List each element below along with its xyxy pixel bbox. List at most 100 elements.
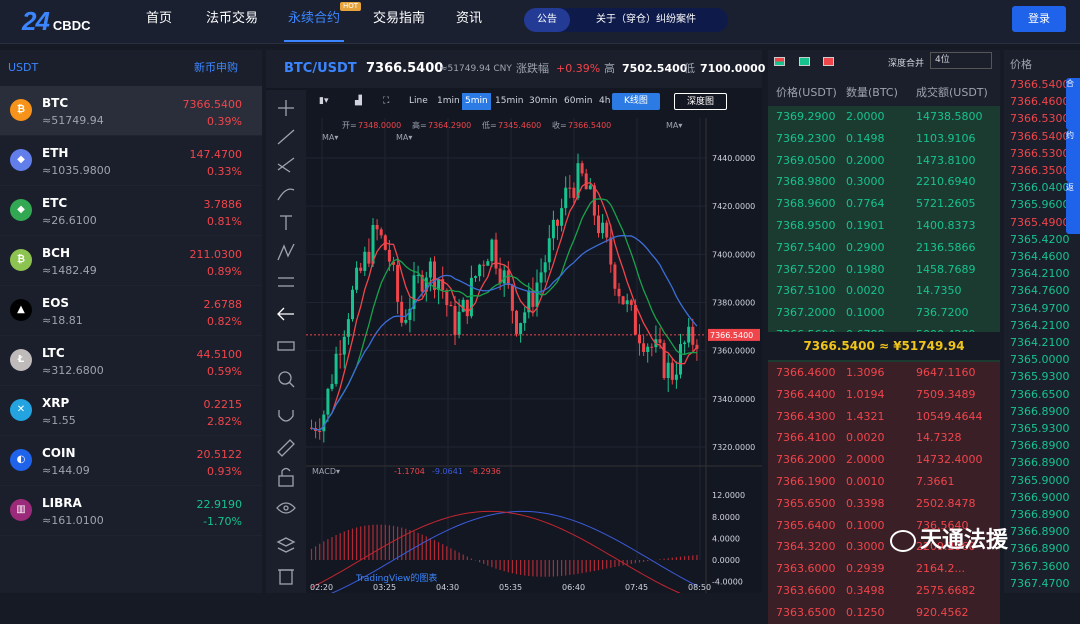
nav-fiat-trading[interactable]: 法币交易 bbox=[206, 0, 258, 42]
candle-type-icon[interactable]: ▮▾ bbox=[316, 93, 331, 110]
orderbook-row[interactable]: 7363.6000 0.2939 2164.2... bbox=[768, 558, 1000, 581]
view-both-icon[interactable] bbox=[774, 57, 785, 66]
text-icon[interactable] bbox=[280, 215, 292, 230]
logo[interactable]: 24 CBDC bbox=[22, 6, 90, 37]
candle-body bbox=[650, 346, 654, 348]
interval-30min[interactable]: 30min bbox=[526, 93, 560, 110]
candle-body bbox=[597, 215, 600, 234]
eye-icon[interactable] bbox=[276, 502, 296, 514]
measure-icon[interactable] bbox=[278, 277, 294, 287]
nav-perpetual-contract[interactable]: 永续合约 HOT bbox=[284, 0, 362, 42]
coin-row-coin[interactable]: ◐ COIN ≈144.09 20.5122 0.93% bbox=[0, 436, 262, 486]
nav-trading-guide[interactable]: 交易指南 bbox=[373, 0, 425, 42]
coin-change: 2.82% bbox=[207, 415, 242, 428]
orderbook-row[interactable]: 7363.6600 0.3498 2575.6682 bbox=[768, 580, 1000, 602]
orderbook-row[interactable]: 7365.6500 0.3398 2502.8478 bbox=[768, 492, 1000, 515]
coin-row-ltc[interactable]: Ł LTC ≈312.6800 44.5100 0.59% bbox=[0, 336, 262, 386]
ma-toggle: MA▾ bbox=[322, 133, 338, 142]
coin-row-etc[interactable]: ◆ ETC ≈26.6100 3.7886 0.81% bbox=[0, 186, 262, 236]
orderbook-row[interactable]: 7367.5200 0.1980 1458.7689 bbox=[768, 258, 1000, 281]
y-tick-label: 7440.0000 bbox=[712, 154, 755, 163]
orderbook-row[interactable]: 7367.5400 0.2900 2136.5866 bbox=[768, 236, 1000, 259]
orderbook-row[interactable]: 7366.4100 0.0020 14.7328 bbox=[768, 427, 1000, 450]
trend-line-icon[interactable] bbox=[277, 129, 295, 145]
coin-row-xrp[interactable]: ✕ XRP ≈1.55 0.2215 2.82% bbox=[0, 386, 262, 436]
magnet-icon[interactable] bbox=[278, 410, 294, 422]
candle-body bbox=[633, 304, 637, 335]
lock-icon[interactable] bbox=[278, 467, 294, 487]
candlestick-chart[interactable]: 开= 7348.0000 高= 7364.2900 低= 7345.4600 收= 7366.… bbox=[306, 118, 762, 593]
coin-row-eth[interactable]: ◆ ETH ≈1035.9800 147.4700 0.33% bbox=[0, 136, 262, 186]
coin-row-libra[interactable]: ▥ LIBRA ≈161.0100 22.9190 -1.70% bbox=[0, 486, 262, 536]
macd-value: -8.2936 bbox=[470, 467, 501, 476]
coin-price: 22.9190 bbox=[196, 498, 243, 511]
depth-merge-select[interactable]: 4位 bbox=[930, 52, 992, 69]
candle-body bbox=[621, 296, 625, 305]
libra-icon: ▥ bbox=[10, 499, 32, 521]
view-asks-icon[interactable] bbox=[823, 57, 834, 66]
coin-row-btc[interactable]: ₿ BTC ≈51749.94 7366.5400 0.39% bbox=[0, 86, 262, 136]
watermark: 天通法援 bbox=[890, 522, 1008, 554]
indicators-icon[interactable]: ▟ bbox=[352, 93, 365, 110]
macd-tick-label: 4.0000 bbox=[712, 534, 740, 543]
back-arrow-icon[interactable] bbox=[277, 307, 294, 321]
interval-line[interactable]: Line bbox=[406, 93, 431, 110]
crosshair-icon[interactable] bbox=[278, 100, 294, 116]
tab-new-coin[interactable]: 新币申购 bbox=[194, 50, 238, 86]
trades-price-title: 价格 bbox=[1010, 58, 1032, 71]
orderbook-row[interactable]: 7366.4600 1.3096 9647.1160 bbox=[768, 362, 1000, 384]
nav-news[interactable]: 资讯 bbox=[456, 0, 482, 42]
view-bids-icon[interactable] bbox=[798, 57, 810, 66]
depth-merge-label: 深度合并 bbox=[888, 59, 925, 69]
orderbook-view-icons[interactable] bbox=[774, 56, 834, 69]
pattern-icon[interactable] bbox=[277, 243, 295, 261]
side-button-3[interactable]: 返 bbox=[1066, 182, 1080, 234]
interval-5min[interactable]: 5min bbox=[462, 93, 491, 110]
orderbook-row[interactable]: 7367.5100 0.0020 14.7350 bbox=[768, 280, 1000, 303]
announcement-text[interactable]: 关于（穿仓）纠纷案件 bbox=[596, 8, 696, 32]
ob-qty: 0.1000 bbox=[846, 306, 885, 320]
candle-body bbox=[400, 301, 404, 323]
orderbook-row[interactable]: 7369.2900 2.0000 14738.5800 bbox=[768, 106, 1000, 128]
brush-icon[interactable] bbox=[277, 188, 295, 201]
nav-home[interactable]: 首页 bbox=[146, 0, 172, 42]
orderbook-row[interactable]: 7369.0500 0.2000 1473.8100 bbox=[768, 149, 1000, 172]
orderbook-row[interactable]: 7368.9800 0.3000 2210.6940 bbox=[768, 171, 1000, 194]
announcement-bar[interactable]: 公告 关于（穿仓）纠纷案件 bbox=[524, 8, 728, 32]
zoom-in-icon[interactable] bbox=[278, 371, 295, 388]
candle-body bbox=[543, 262, 547, 273]
interval-60min[interactable]: 60min bbox=[561, 93, 595, 110]
trash-icon[interactable] bbox=[278, 569, 294, 585]
kline-button[interactable]: K线图 bbox=[612, 93, 660, 110]
coin-cny: ≈1.55 bbox=[42, 414, 76, 427]
orderbook-row[interactable]: 7368.9500 0.1901 1400.8373 bbox=[768, 215, 1000, 237]
login-button[interactable]: 登录 bbox=[1012, 6, 1066, 32]
tab-usdt[interactable]: USDT bbox=[8, 50, 38, 86]
layers-icon[interactable] bbox=[276, 537, 296, 553]
pitchfork-icon[interactable] bbox=[277, 157, 295, 173]
candle-body bbox=[342, 336, 346, 355]
pencil-lock-icon[interactable] bbox=[277, 439, 295, 457]
orderbook-row[interactable]: 7366.4300 1.4321 10549.4644 bbox=[768, 405, 1000, 428]
interval-4h[interactable]: 4h bbox=[596, 93, 613, 110]
interval-15min[interactable]: 15min bbox=[492, 93, 526, 110]
candle-body bbox=[346, 319, 350, 337]
candle-body bbox=[465, 299, 469, 317]
fullscreen-icon[interactable]: ⛶ bbox=[380, 93, 392, 110]
ruler-icon[interactable] bbox=[277, 341, 295, 351]
interval-1min[interactable]: 1min bbox=[434, 93, 463, 110]
side-button-2[interactable]: 约 bbox=[1066, 130, 1080, 182]
col-price: 价格(USDT) bbox=[776, 86, 837, 99]
coin-row-eos[interactable]: ▲ EOS ≈18.81 2.6788 0.82% bbox=[0, 286, 262, 336]
orderbook-row[interactable]: 7363.6500 0.1250 920.4562 bbox=[768, 601, 1000, 624]
orderbook-row[interactable]: 7366.1900 0.0010 7.3661 bbox=[768, 471, 1000, 493]
orderbook-row[interactable]: 7369.2300 0.1498 1103.9106 bbox=[768, 127, 1000, 150]
orderbook-row[interactable]: 7366.2000 2.0000 14732.4000 bbox=[768, 449, 1000, 472]
coin-row-bch[interactable]: ₿ BCH ≈1482.49 211.0300 0.89% bbox=[0, 236, 262, 286]
orderbook-row[interactable]: 7368.9600 0.7764 5721.2605 bbox=[768, 193, 1000, 216]
orderbook-row[interactable]: 7367.2000 0.1000 736.7200 bbox=[768, 302, 1000, 325]
pair-name[interactable]: BTC/USDT bbox=[284, 50, 357, 88]
side-button-1[interactable]: 合 bbox=[1066, 78, 1080, 130]
orderbook-row[interactable]: 7366.4400 1.0194 7509.3489 bbox=[768, 383, 1000, 406]
depth-chart-button[interactable]: 深度图 bbox=[674, 93, 728, 110]
